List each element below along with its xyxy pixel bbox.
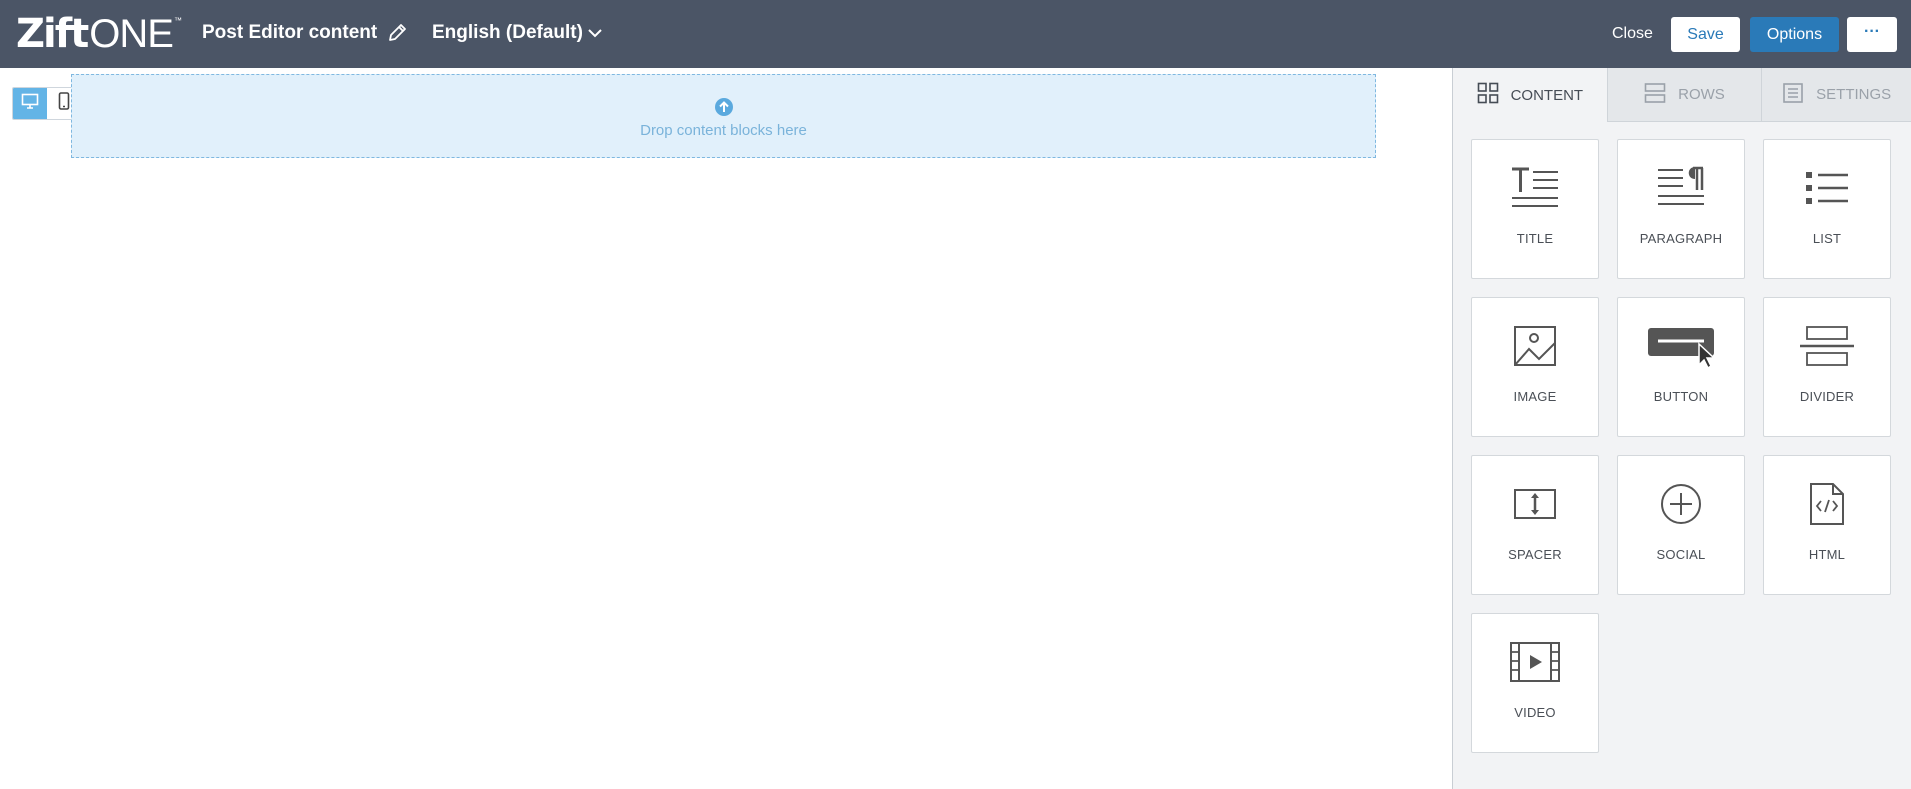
divider-icon	[1764, 320, 1890, 372]
list-icon	[1764, 162, 1890, 214]
content-drop-zone[interactable]: Drop content blocks here	[71, 74, 1376, 158]
upload-arrow-icon	[714, 97, 734, 122]
tab-content-label: CONTENT	[1510, 86, 1584, 104]
block-label: HTML	[1808, 547, 1846, 562]
tab-settings-label: SETTINGS	[1816, 86, 1892, 103]
block-label: IMAGE	[1513, 389, 1557, 404]
spacer-icon	[1472, 478, 1598, 530]
logo-bold: Zift	[16, 11, 89, 57]
paragraph-icon	[1618, 162, 1744, 214]
tab-rows[interactable]: ROWS	[1607, 68, 1763, 122]
content-panel: CONTENT ROWS SETTINGS TITLE PARAGRAPH LI…	[1452, 68, 1911, 789]
options-button[interactable]: Options	[1750, 17, 1839, 52]
block-label: PARAGRAPH	[1639, 231, 1723, 246]
document-title: Post Editor content	[202, 22, 378, 43]
block-label: SOCIAL	[1656, 547, 1706, 562]
block-label: BUTTON	[1653, 389, 1709, 404]
block-image[interactable]: IMAGE	[1471, 297, 1599, 437]
more-options-button[interactable]: ···	[1847, 17, 1897, 52]
social-icon	[1618, 478, 1744, 530]
settings-icon	[1782, 82, 1816, 108]
html-icon	[1764, 478, 1890, 530]
chevron-down-icon[interactable]	[586, 24, 604, 42]
block-list[interactable]: LIST	[1763, 139, 1891, 279]
pencil-icon[interactable]	[386, 22, 408, 44]
block-video[interactable]: VIDEO	[1471, 613, 1599, 753]
grid-icon	[1477, 82, 1511, 108]
panel-tabs: CONTENT ROWS SETTINGS	[1453, 68, 1911, 122]
top-bar: Zift ONE ™ Post Editor content English (…	[0, 0, 1911, 68]
image-icon	[1472, 320, 1598, 372]
block-label: TITLE	[1516, 231, 1554, 246]
mobile-icon	[58, 92, 70, 115]
block-paragraph[interactable]: PARAGRAPH	[1617, 139, 1745, 279]
ziftone-logo: Zift ONE ™	[16, 12, 182, 56]
save-button[interactable]: Save	[1671, 17, 1740, 52]
block-button[interactable]: BUTTON	[1617, 297, 1745, 437]
block-html[interactable]: HTML	[1763, 455, 1891, 595]
block-label: VIDEO	[1514, 705, 1556, 720]
block-label: SPACER	[1508, 547, 1562, 562]
desktop-view-button[interactable]	[13, 88, 47, 119]
block-title[interactable]: TITLE	[1471, 139, 1599, 279]
video-icon	[1472, 636, 1598, 688]
logo-trademark: ™	[173, 16, 182, 25]
logo-light: ONE	[89, 12, 174, 56]
tab-content[interactable]: CONTENT	[1453, 68, 1608, 122]
drop-zone-text: Drop content blocks here	[640, 122, 807, 139]
rows-icon	[1644, 82, 1678, 108]
close-button[interactable]: Close	[1604, 17, 1661, 51]
language-selector[interactable]: English (Default)	[432, 22, 583, 44]
desktop-icon	[21, 93, 39, 114]
tab-settings[interactable]: SETTINGS	[1762, 68, 1911, 122]
title-icon	[1472, 162, 1598, 214]
block-divider[interactable]: DIVIDER	[1763, 297, 1891, 437]
tab-rows-label: ROWS	[1678, 86, 1725, 103]
block-spacer[interactable]: SPACER	[1471, 455, 1599, 595]
block-social[interactable]: SOCIAL	[1617, 455, 1745, 595]
block-label: LIST	[1812, 231, 1842, 246]
button-icon	[1618, 320, 1744, 372]
block-label: DIVIDER	[1799, 389, 1855, 404]
